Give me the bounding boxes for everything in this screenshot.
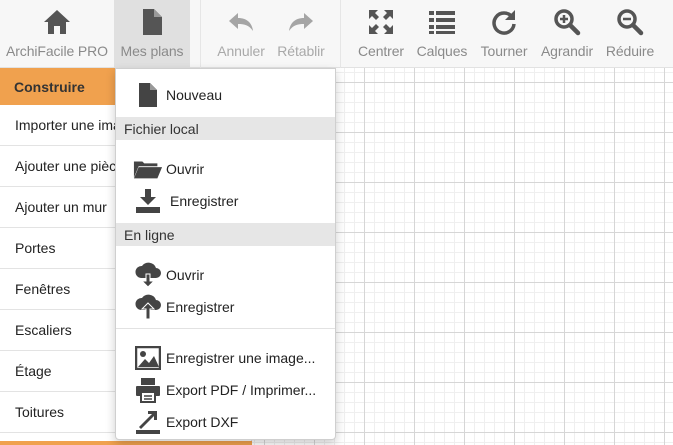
sidebar-accent-strip — [0, 441, 252, 445]
menu-item-local-ouvrir[interactable]: Ouvrir — [116, 154, 335, 184]
cloud-upload-icon — [133, 294, 163, 320]
home-icon — [41, 6, 73, 38]
menu-item-label: Export DXF — [166, 414, 239, 430]
menu-item-save-image[interactable]: Enregistrer une image... — [116, 343, 335, 373]
menu-header-en-ligne: En ligne — [116, 223, 335, 246]
rotate-icon — [488, 6, 520, 38]
redo-icon — [285, 6, 317, 38]
new-document-icon — [133, 82, 163, 108]
mes-plans-button[interactable]: Mes plans — [114, 0, 190, 68]
toolbar-separator — [200, 0, 201, 68]
toolbar-separator — [340, 0, 341, 68]
printer-icon — [133, 377, 163, 403]
export-icon — [133, 409, 163, 435]
mes-plans-menu: Nouveau Fichier local Ouvrir Enregistrer… — [115, 68, 336, 440]
redo-button[interactable]: Rétablir — [272, 0, 330, 68]
layers-icon — [426, 6, 458, 38]
undo-icon — [225, 6, 257, 38]
zoom-out-button[interactable]: Réduire — [600, 0, 660, 68]
toolbar: ArchiFacile PRO Mes plans Annuler Rétabl… — [0, 0, 673, 68]
menu-divider — [116, 328, 335, 329]
archifacile-pro-button[interactable]: ArchiFacile PRO — [0, 0, 114, 68]
menu-header-fichier-local: Fichier local — [116, 117, 335, 140]
menu-item-label: Enregistrer — [170, 193, 239, 209]
zoom-in-button[interactable]: Agrandir — [536, 0, 598, 68]
image-icon — [133, 346, 163, 370]
zoom-in-icon — [551, 6, 583, 38]
menu-item-label: Ouvrir — [166, 267, 205, 283]
menu-item-label: Enregistrer une image... — [166, 350, 316, 366]
zoom-out-icon — [614, 6, 646, 38]
menu-item-label: Export PDF / Imprimer... — [166, 382, 317, 398]
menu-item-local-enregistrer[interactable]: Enregistrer — [116, 186, 335, 216]
rotate-button[interactable]: Tourner — [475, 0, 533, 68]
document-icon — [136, 6, 168, 38]
center-button[interactable]: Centrer — [352, 0, 410, 68]
menu-item-label: Ouvrir — [166, 161, 205, 177]
layers-button[interactable]: Calques — [412, 0, 472, 68]
menu-item-label: Enregistrer — [166, 299, 235, 315]
cloud-download-icon — [133, 262, 163, 288]
download-icon — [133, 188, 163, 214]
undo-button[interactable]: Annuler — [212, 0, 270, 68]
menu-item-export-pdf[interactable]: Export PDF / Imprimer... — [116, 375, 335, 405]
menu-item-online-ouvrir[interactable]: Ouvrir — [116, 260, 335, 290]
folder-open-icon — [133, 158, 163, 180]
menu-item-online-enregistrer[interactable]: Enregistrer — [116, 292, 335, 322]
menu-item-label: Nouveau — [166, 87, 223, 103]
expand-icon — [365, 6, 397, 38]
menu-item-nouveau[interactable]: Nouveau — [116, 80, 335, 110]
menu-item-export-dxf[interactable]: Export DXF — [116, 407, 335, 437]
